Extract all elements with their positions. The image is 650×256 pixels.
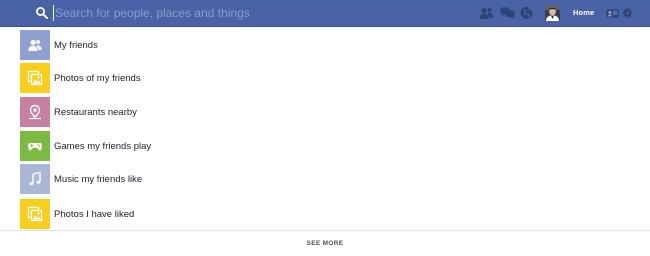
suggestion-label: Photos I have liked bbox=[54, 208, 135, 220]
photos-icon bbox=[27, 206, 43, 222]
notifications-globe-icon[interactable] bbox=[519, 6, 534, 20]
map-pin-icon bbox=[29, 104, 41, 120]
suggestion-tile bbox=[20, 199, 50, 229]
suggestion-restaurants-nearby[interactable]: Restaurants nearby bbox=[20, 97, 420, 127]
suggestion-tile bbox=[20, 131, 50, 161]
suggestion-label: My friends bbox=[54, 39, 98, 51]
suggestion-photos-i-have-liked[interactable]: Photos I have liked bbox=[20, 199, 420, 229]
see-more-link[interactable]: SEE MORE bbox=[307, 240, 344, 247]
search-icon[interactable] bbox=[35, 6, 49, 20]
friend-requests-icon[interactable] bbox=[479, 6, 494, 20]
photos-icon bbox=[27, 70, 43, 86]
suggestion-tile bbox=[20, 164, 50, 194]
game-controller-icon bbox=[28, 143, 42, 151]
suggestion-games-my-friends-play[interactable]: Games my friends play bbox=[20, 131, 420, 161]
suggestion-tile bbox=[20, 30, 50, 60]
suggestion-my-friends[interactable]: My friends bbox=[20, 30, 420, 60]
suggestion-tile bbox=[20, 63, 50, 93]
home-link[interactable]: Home bbox=[573, 8, 594, 17]
suggestion-label: Music my friends like bbox=[54, 173, 143, 185]
friends-icon bbox=[28, 39, 42, 51]
gear-icon[interactable] bbox=[622, 6, 633, 20]
profile-avatar[interactable] bbox=[545, 5, 560, 21]
suggestion-label: Restaurants nearby bbox=[54, 106, 137, 118]
suggestion-music-my-friends-like[interactable]: Music my friends like bbox=[20, 164, 420, 194]
privacy-shortcuts-icon[interactable] bbox=[606, 6, 619, 20]
text-cursor bbox=[53, 5, 54, 21]
search-input[interactable] bbox=[55, 4, 355, 22]
suggestion-tile bbox=[20, 97, 50, 127]
suggestion-label: Photos of my friends bbox=[54, 72, 141, 84]
see-more-footer: SEE MORE bbox=[0, 230, 650, 256]
suggestion-photos-of-my-friends[interactable]: Photos of my friends bbox=[20, 63, 420, 93]
music-note-icon bbox=[29, 171, 41, 186]
messages-icon[interactable] bbox=[500, 6, 515, 20]
suggestion-label: Games my friends play bbox=[54, 140, 152, 152]
top-navigation-bar: Home bbox=[0, 0, 650, 27]
